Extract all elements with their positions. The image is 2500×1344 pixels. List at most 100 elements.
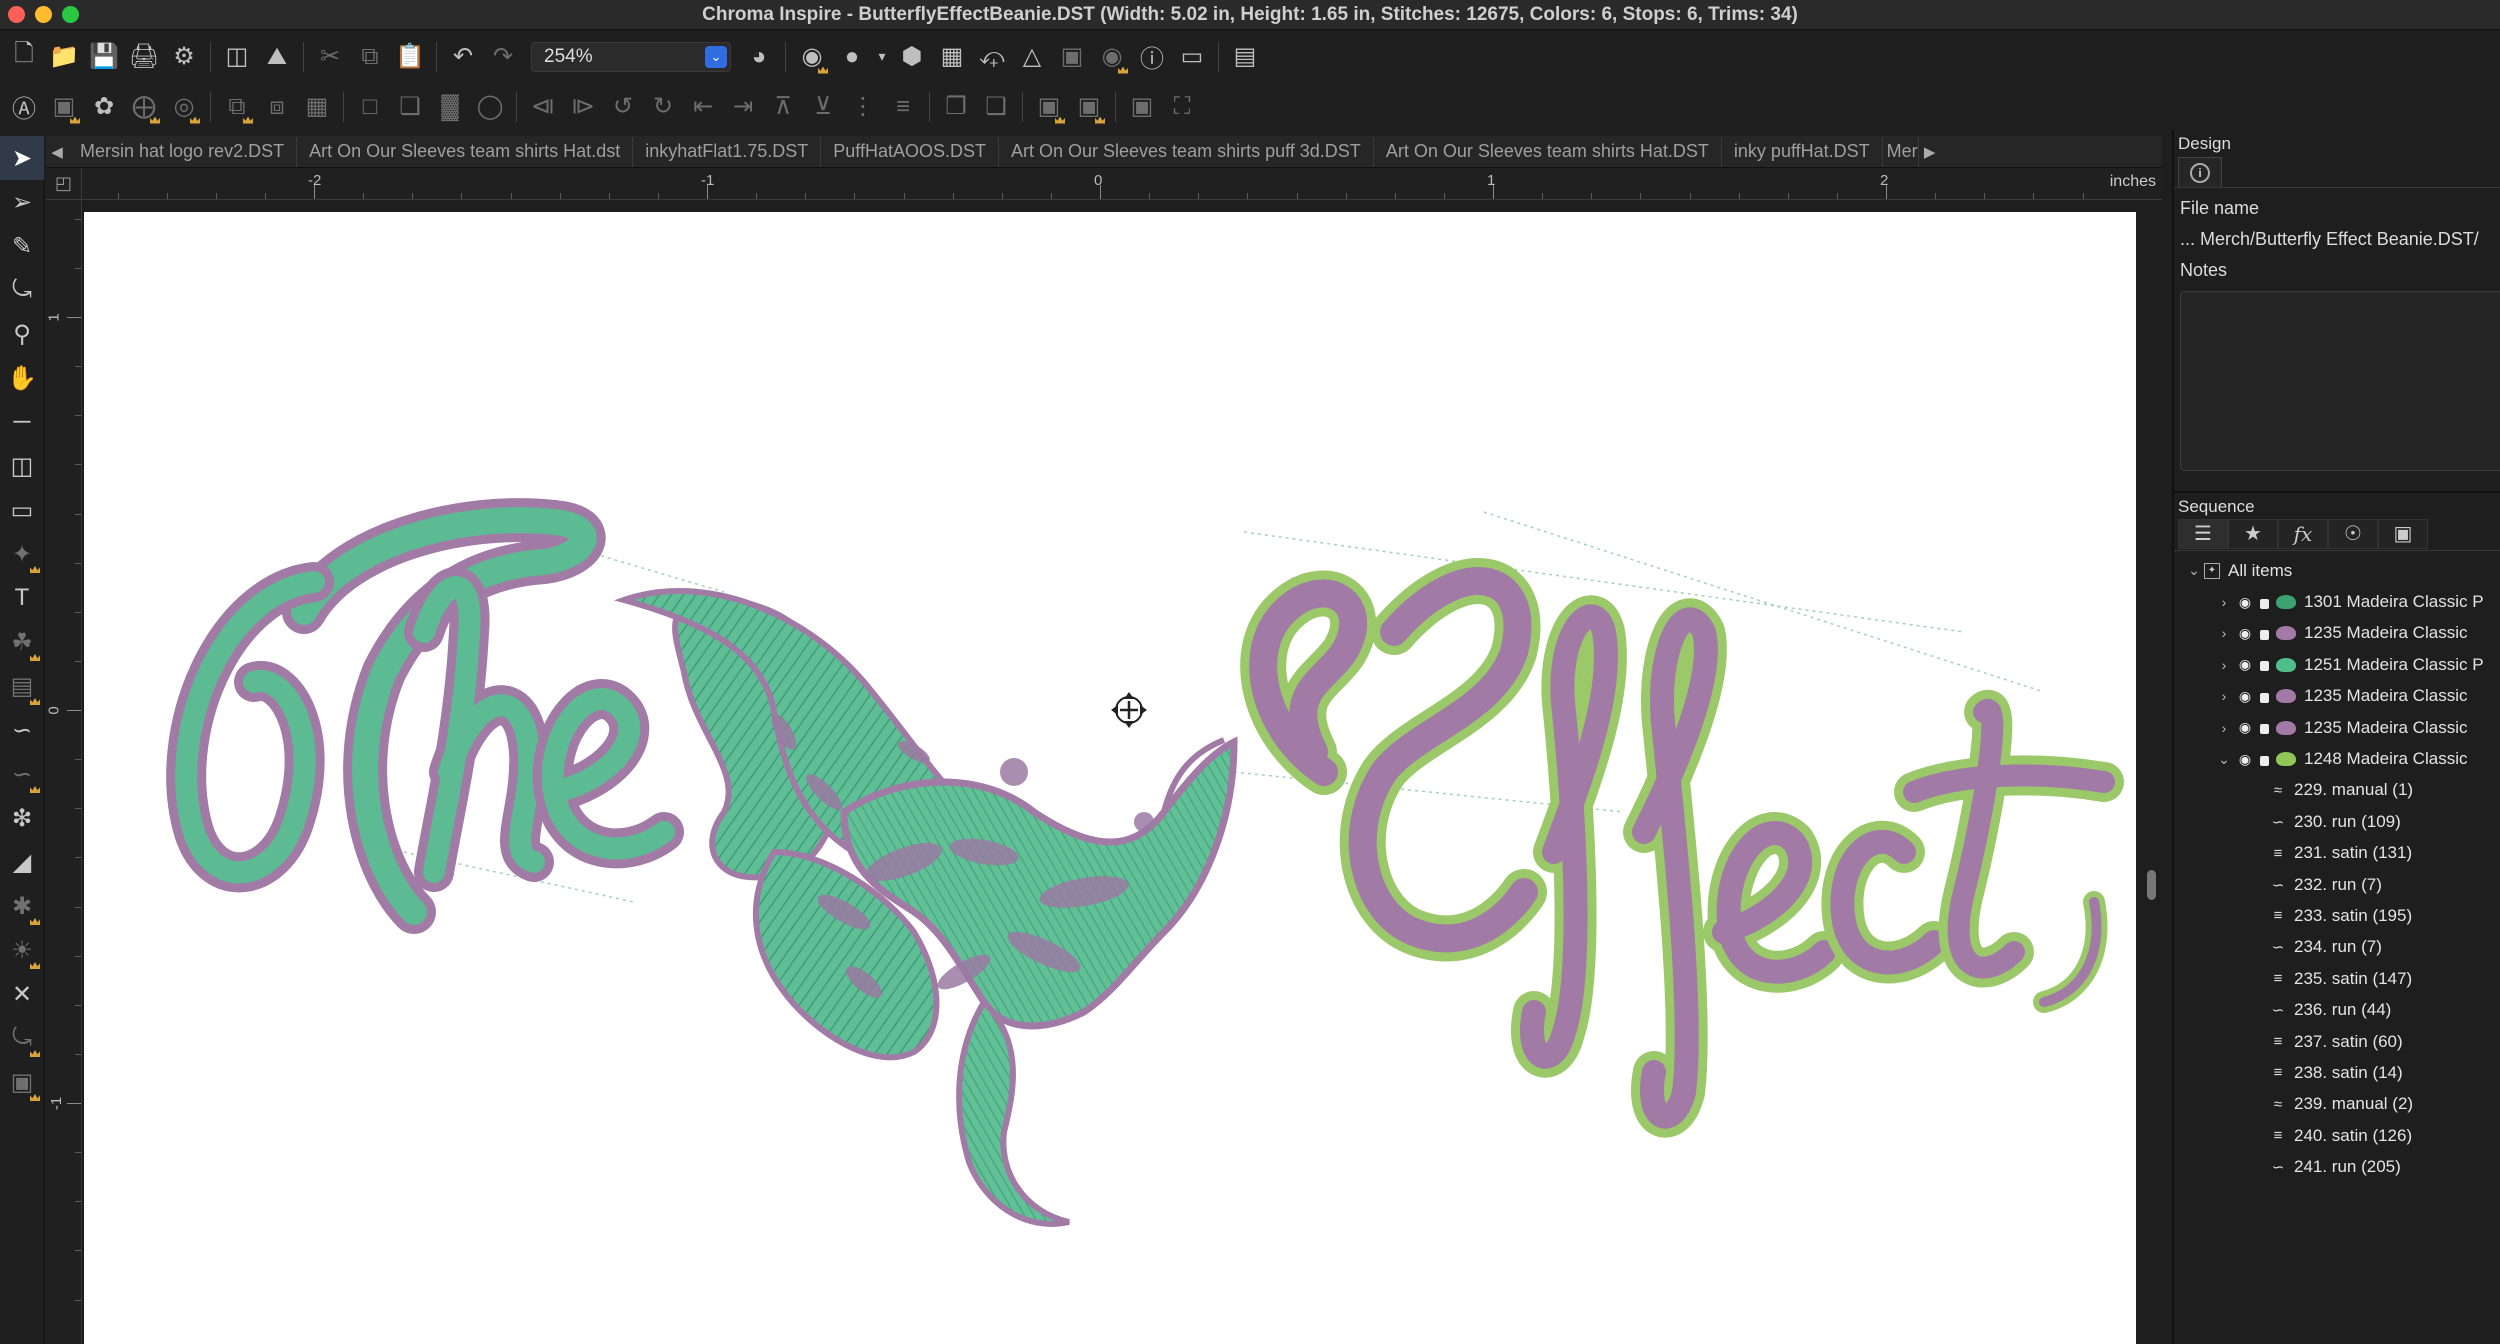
sequence-color-item[interactable]: › ◉ 1301 Madeira Classic P: [2174, 586, 2500, 617]
select-box-icon[interactable]: □: [350, 87, 390, 127]
weld-icon[interactable]: ▣: [1029, 87, 1069, 127]
close-window-button[interactable]: [8, 6, 25, 23]
sequence-stitch-item[interactable]: ≡ 231. satin (131): [2174, 838, 2500, 869]
tab-document[interactable]: inkyhatFlat1.75.DST: [633, 136, 822, 167]
scrollbar-thumb[interactable]: [2147, 870, 2156, 900]
lettering-icon[interactable]: Ⓐ: [4, 87, 44, 127]
lasso-icon[interactable]: ◯: [470, 87, 510, 127]
align-left-icon[interactable]: ⇤: [683, 87, 723, 127]
chevron-down-icon[interactable]: ⌄: [2184, 562, 2204, 579]
maximize-window-button[interactable]: [62, 6, 79, 23]
monogram-tool-icon[interactable]: ☘: [0, 620, 44, 664]
fill-icon[interactable]: ▤: [0, 664, 44, 708]
redo-icon[interactable]: ↷: [483, 37, 523, 77]
frame-icon[interactable]: ▣: [1122, 87, 1162, 127]
tab-document[interactable]: Art On Our Sleeves team shirts Hat.DST: [1374, 136, 1722, 167]
cut-icon[interactable]: ✂: [310, 37, 350, 77]
undo-icon[interactable]: ↶: [443, 37, 483, 77]
effects-fx-icon[interactable]: fx: [2278, 518, 2328, 549]
sequence-stitch-item[interactable]: ≈239. manual (2): [2174, 1089, 2500, 1120]
design-canvas[interactable]: [84, 212, 2136, 1344]
sequence-stitch-item[interactable]: ∽ 241. run (205): [2174, 1151, 2500, 1182]
canvas-vertical-scrollbar[interactable]: [2140, 200, 2162, 1344]
butterfly-design[interactable]: [613, 588, 1238, 1227]
list-view-icon[interactable]: ☰: [2178, 518, 2228, 549]
favorites-star-icon[interactable]: ★: [2228, 518, 2278, 549]
align-right-icon[interactable]: ⇥: [723, 87, 763, 127]
grid-icon[interactable]: ▦: [932, 37, 972, 77]
sequence-color-item[interactable]: › ◉ 1235 Madeira Classic: [2174, 618, 2500, 649]
tab-document[interactable]: Merc: [1883, 136, 1919, 167]
text-tool-icon[interactable]: T: [0, 576, 44, 620]
lock-icon[interactable]: [2256, 721, 2272, 735]
node-icon[interactable]: △: [1012, 37, 1052, 77]
properties-icon[interactable]: ▤: [1225, 37, 1265, 77]
node-edit-icon[interactable]: ➢: [0, 180, 44, 224]
chevron-right-icon[interactable]: ›: [2214, 720, 2234, 736]
minimize-window-button[interactable]: [35, 6, 52, 23]
align-center-icon[interactable]: ⋮: [843, 87, 883, 127]
notes-textarea[interactable]: [2180, 291, 2500, 471]
embroidery-design[interactable]: [84, 212, 2136, 1344]
traffic-light-icon[interactable]: ●: [832, 37, 872, 77]
crosshair-icon[interactable]: ⨁: [124, 87, 164, 127]
tab-document[interactable]: PuffHatAOOS.DST: [821, 136, 999, 167]
mirror-horizontal-icon[interactable]: ⧏: [523, 87, 563, 127]
tab-document[interactable]: Art On Our Sleeves team shirts puff 3d.D…: [999, 136, 1374, 167]
sequence-stitch-item[interactable]: ≈229. manual (1): [2174, 775, 2500, 806]
hoop-icon[interactable]: ▭: [1172, 37, 1212, 77]
rotate-left-icon[interactable]: ↺: [603, 87, 643, 127]
ruler-origin-icon[interactable]: ◰: [46, 168, 82, 200]
knife-icon[interactable]: ✎: [0, 224, 44, 268]
fill-pattern-icon[interactable]: ❇: [0, 796, 44, 840]
group-icon[interactable]: ⧉: [217, 87, 257, 127]
lock-icon[interactable]: [2256, 658, 2272, 672]
tab-document[interactable]: Art On Our Sleeves team shirts Hat.dst: [297, 136, 634, 167]
view-image-icon[interactable]: ▣: [1052, 37, 1092, 77]
sequence-stitch-item[interactable]: ∽ 234. run (7): [2174, 932, 2500, 963]
eye-icon[interactable]: ◉: [2234, 751, 2256, 768]
lock-icon[interactable]: [2256, 627, 2272, 640]
compass-icon[interactable]: ☉: [2328, 518, 2378, 549]
sequence-stitch-item[interactable]: ≡ 238. satin (14): [2174, 1057, 2500, 1088]
bring-forward-icon[interactable]: ❐: [936, 87, 976, 127]
zoom-icon[interactable]: ⚲: [0, 312, 44, 356]
stitch-points-icon[interactable]: ⤽: [972, 37, 1012, 77]
lock-icon[interactable]: [2256, 753, 2272, 766]
applique-icon[interactable]: ◢: [0, 840, 44, 884]
cross-stitch-icon[interactable]: ✕: [0, 972, 44, 1016]
chevron-down-icon[interactable]: ⌄: [2214, 751, 2234, 768]
cart-icon[interactable]: ▣: [2378, 518, 2428, 549]
import-design-icon[interactable]: ◫: [217, 37, 257, 77]
eye-icon[interactable]: ◉: [2234, 625, 2256, 642]
run-stitch-icon[interactable]: ∽: [0, 708, 44, 752]
sequence-stitch-item[interactable]: ∽ 230. run (109): [2174, 806, 2500, 837]
sequence-stitch-item[interactable]: ≡ 235. satin (147): [2174, 963, 2500, 994]
chevron-right-icon[interactable]: ›: [2214, 688, 2234, 704]
ungroup-icon[interactable]: ⧈: [257, 87, 297, 127]
eye-icon[interactable]: ◉: [2234, 688, 2256, 705]
zoom-select[interactable]: 254% ⌄: [531, 41, 731, 72]
combine-icon[interactable]: ▦: [297, 87, 337, 127]
tab-document[interactable]: inky puffHat.DST: [1722, 136, 1883, 167]
wreath-icon[interactable]: ✿: [84, 87, 124, 127]
distribute-icon[interactable]: ≡: [883, 87, 923, 127]
sequence-color-item[interactable]: ⌄ ◉ 1248 Madeira Classic: [2174, 743, 2500, 774]
send-backward-icon[interactable]: ❑: [976, 87, 1016, 127]
info-icon[interactable]: ⓘ: [1132, 37, 1172, 77]
tab-document[interactable]: Mersin hat logo rev2.DST: [68, 136, 298, 167]
select-arrow-icon[interactable]: ➤: [0, 136, 44, 180]
effect-lettering[interactable]: [1240, 558, 2124, 1138]
pan-hand-icon[interactable]: ✋: [0, 356, 44, 400]
chevron-right-icon[interactable]: ›: [2214, 625, 2234, 641]
eye-icon[interactable]: ◉: [2234, 656, 2256, 673]
sequence-stitch-item[interactable]: ≡ 240. satin (126): [2174, 1120, 2500, 1151]
puff-icon[interactable]: ▣: [0, 1060, 44, 1104]
paste-icon[interactable]: 📋: [390, 37, 430, 77]
align-top-icon[interactable]: ⊼: [763, 87, 803, 127]
eye-icon[interactable]: ◉: [2234, 719, 2256, 736]
print-icon[interactable]: 🖨: [124, 37, 164, 77]
sequence-stitch-item[interactable]: ∽ 236. run (44): [2174, 994, 2500, 1025]
monogram-icon[interactable]: ▣: [44, 87, 84, 127]
sequence-stitch-item[interactable]: ≡ 233. satin (195): [2174, 900, 2500, 931]
